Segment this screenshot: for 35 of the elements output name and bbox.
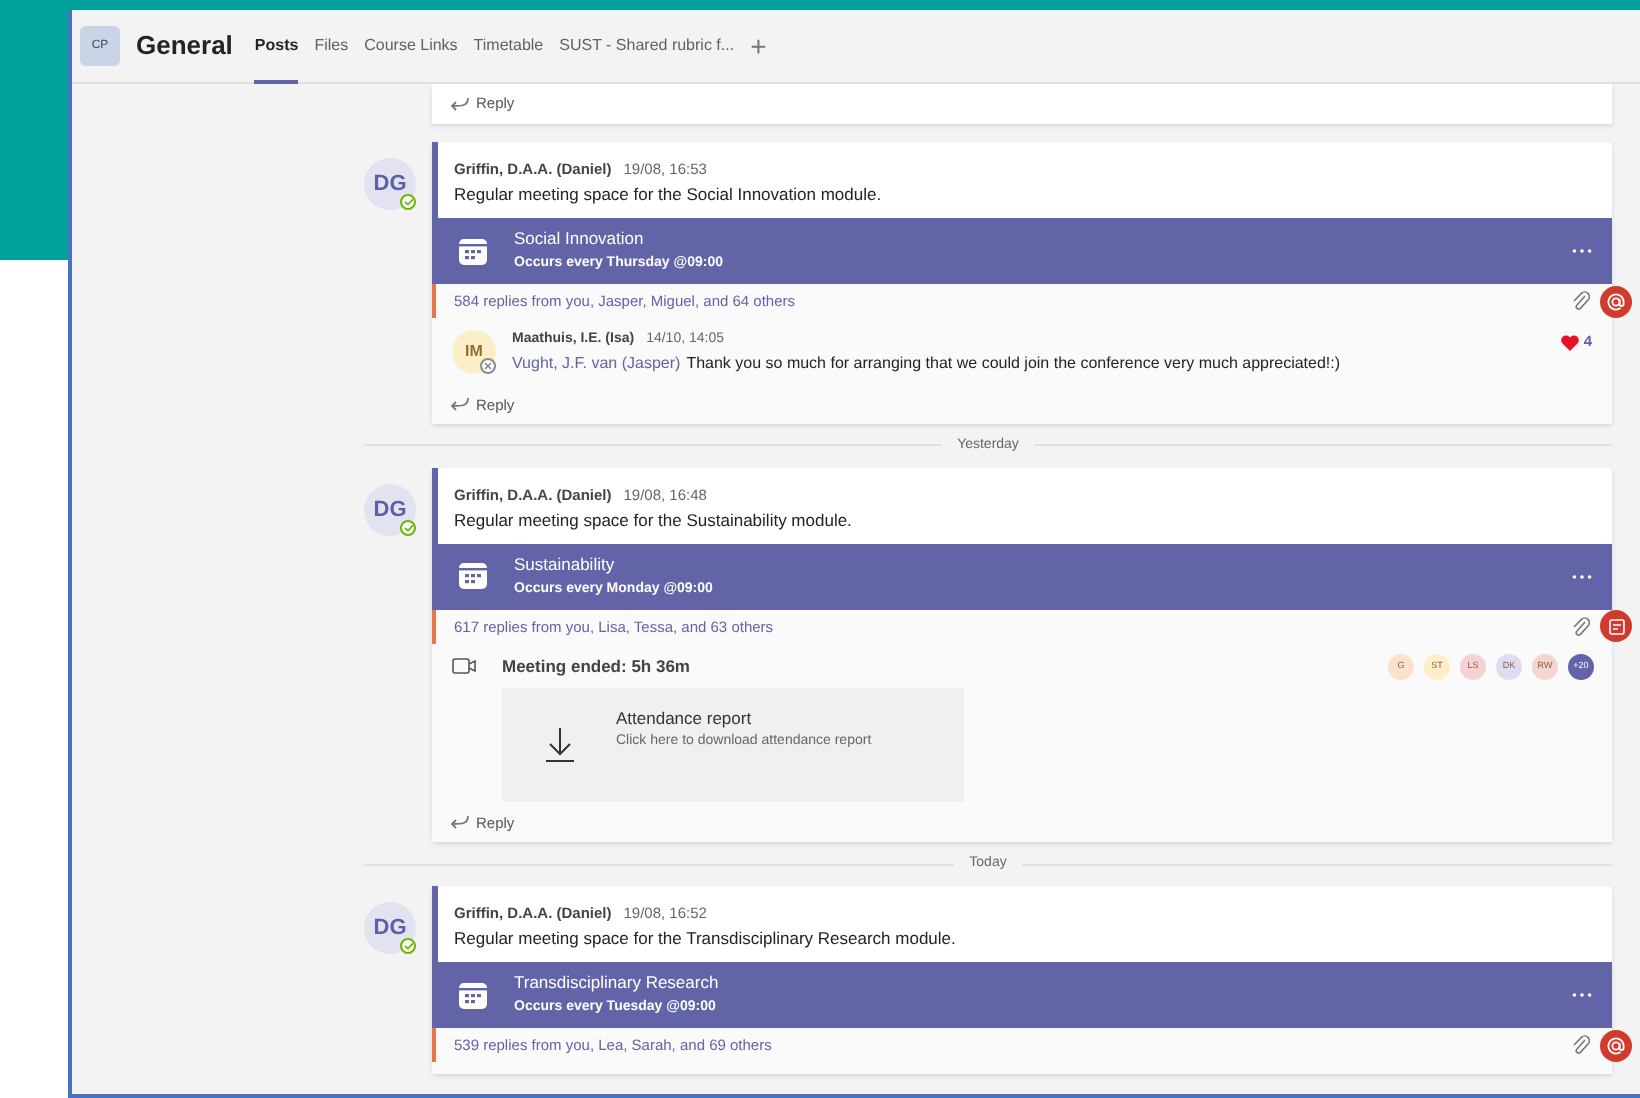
post-text: Regular meeting space for the Transdisciplinary Research module.: [454, 926, 958, 952]
post-text: Regular meeting space for the Social Innovation module.: [454, 182, 884, 208]
video-camera-icon: [452, 658, 476, 675]
report-title: Attendance report: [616, 705, 754, 731]
post-text: Regular meeting space for the Sustainability module.: [454, 508, 854, 534]
more-options-icon[interactable]: [1572, 248, 1592, 254]
meeting-title: Sustainability: [514, 552, 617, 578]
download-icon: [545, 727, 573, 762]
user-avatar: DG: [364, 158, 416, 210]
user-avatar: DG: [364, 483, 416, 536]
meeting-title: Social Innovation: [514, 226, 646, 253]
channel-tab[interactable]: Files: [314, 9, 349, 83]
more-options-icon[interactable]: [1572, 992, 1592, 998]
add-tab-button[interactable]: +: [750, 32, 767, 60]
channel-tab[interactable]: SUST - Shared rubric f...: [559, 9, 735, 83]
mention-link[interactable]: Vught, J.F. van (Jasper): [512, 351, 681, 375]
reply-arrow-icon: [450, 396, 470, 413]
paperclip-icon[interactable]: [1572, 1034, 1590, 1056]
paperclip-icon[interactable]: [1572, 615, 1590, 638]
channel-tab[interactable]: Course Links: [364, 9, 458, 83]
channel-tab[interactable]: Timetable: [473, 9, 544, 83]
meeting-title: Transdisciplinary Research: [514, 970, 721, 997]
paperclip-icon[interactable]: [1572, 290, 1590, 312]
user-avatar: IM: [452, 330, 496, 374]
channel-title: General: [136, 28, 233, 65]
calendar-icon: [458, 562, 488, 591]
reply-text: Thank you so much for arranging that we could join the conference very much appreciated!:): [686, 351, 1341, 375]
calendar-icon: [458, 981, 488, 1009]
more-options-icon[interactable]: [1572, 573, 1592, 580]
calendar-icon: [458, 237, 488, 265]
meeting-ended-title: Meeting ended: 5h 36m: [502, 653, 692, 680]
reply-arrow-icon: [450, 814, 470, 831]
user-avatar: DG: [364, 902, 416, 954]
channel-tab[interactable]: Posts: [254, 9, 299, 83]
reply-arrow-icon: [450, 96, 470, 112]
